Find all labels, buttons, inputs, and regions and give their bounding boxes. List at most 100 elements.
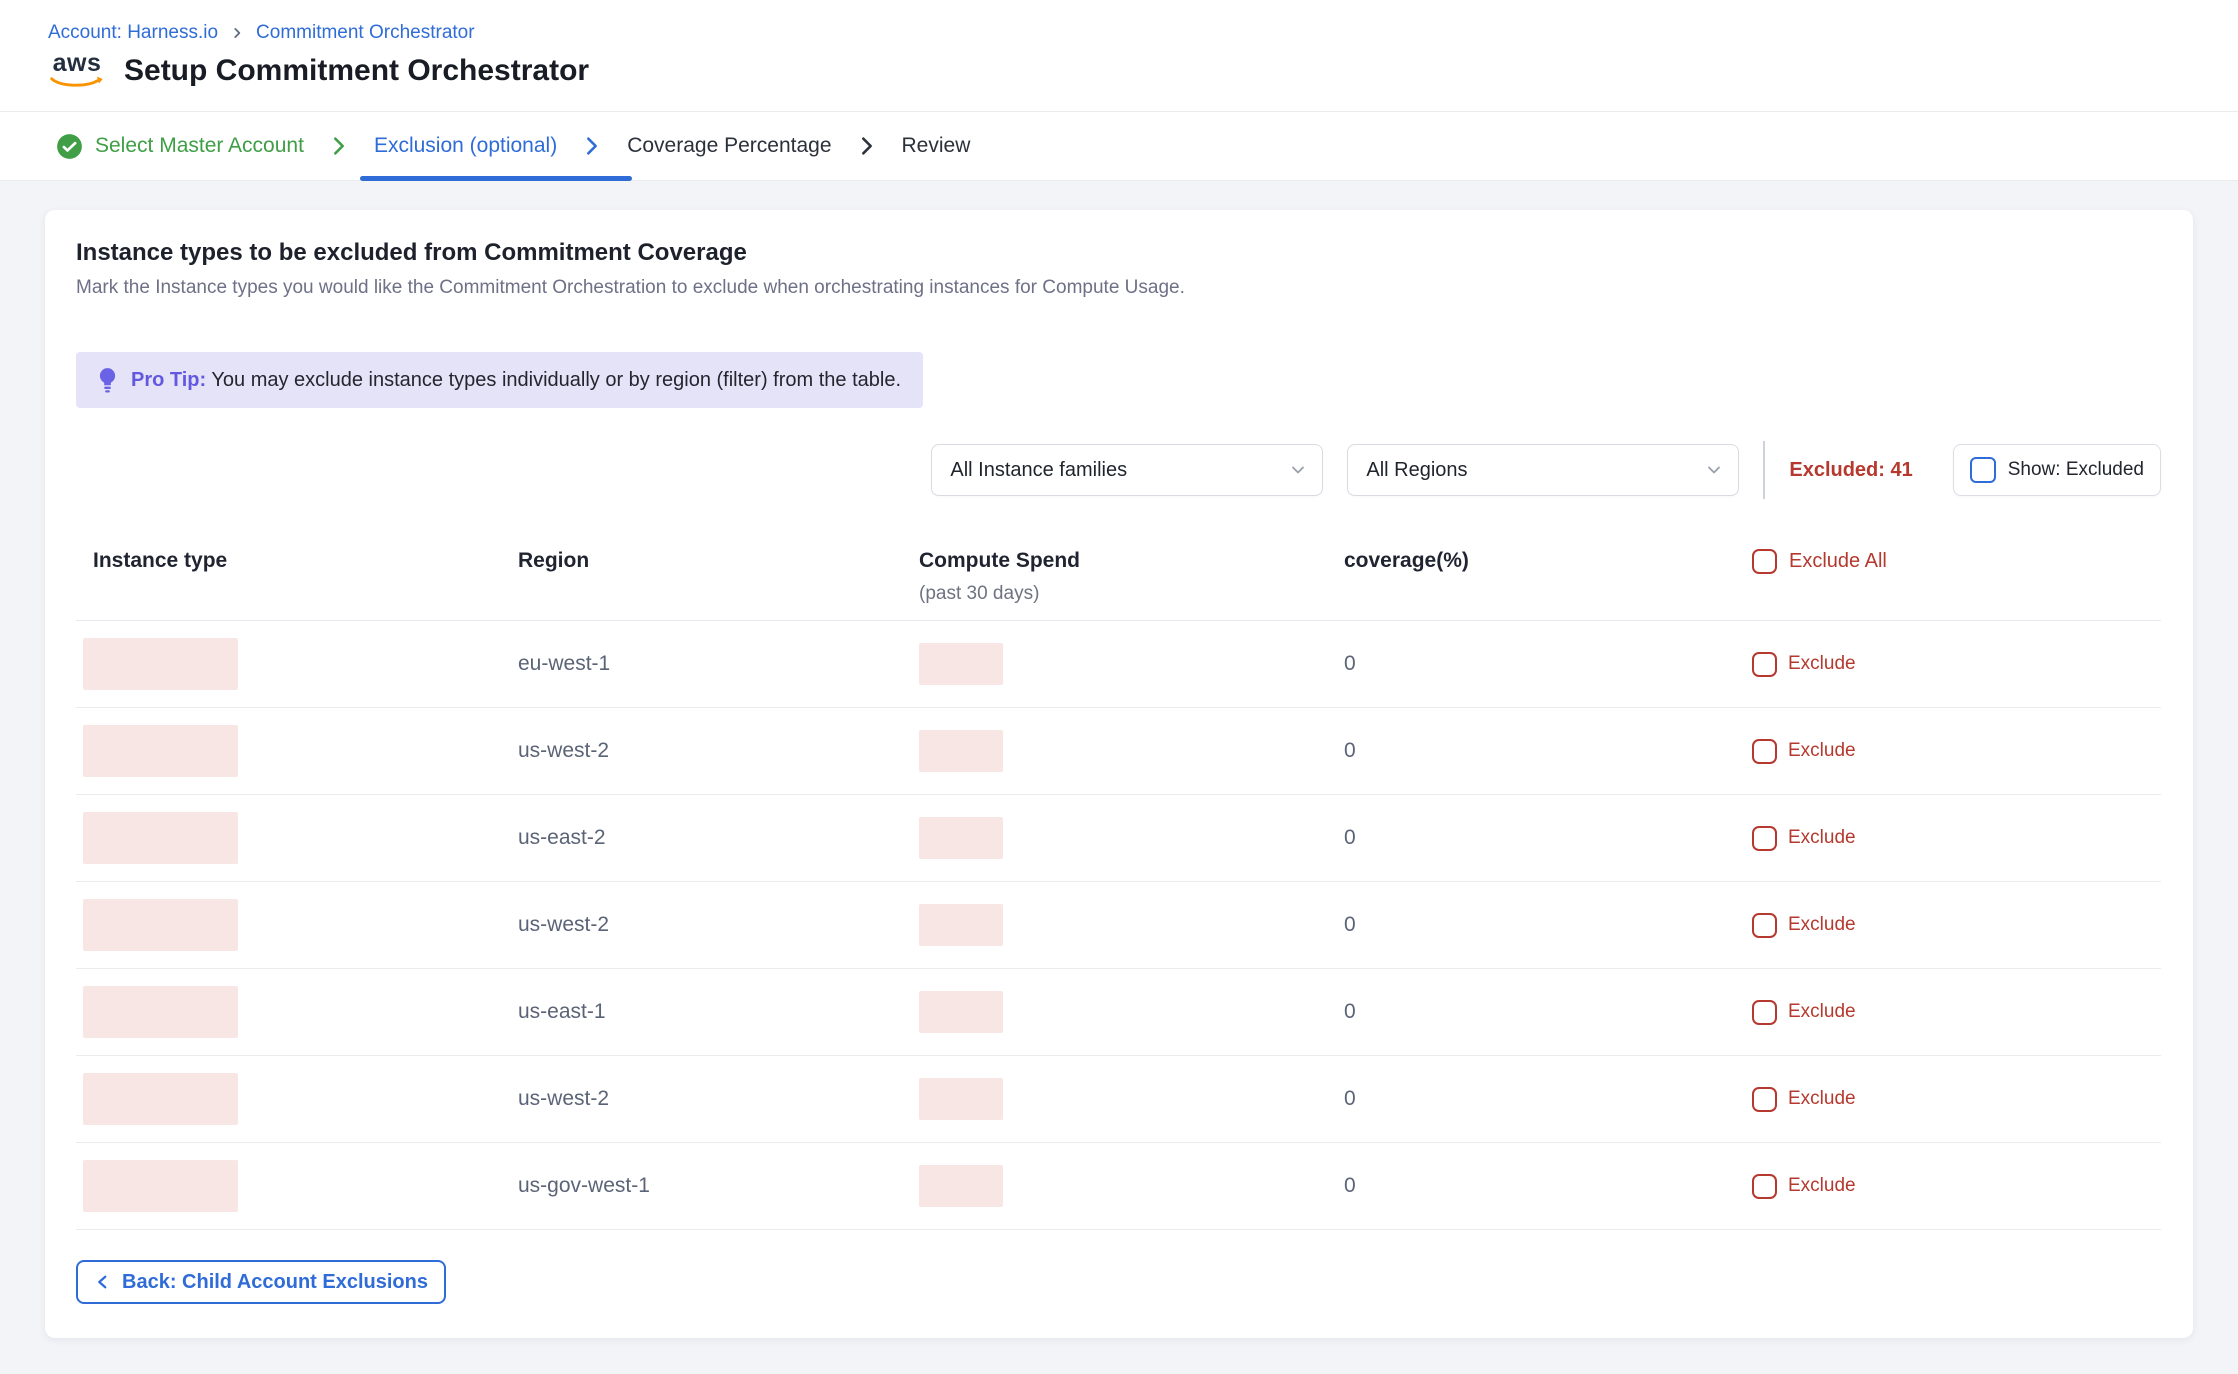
redacted-compute-spend: [919, 991, 1003, 1033]
exclude-cell: Exclude: [1752, 739, 2161, 764]
table-row: us-west-2 0 Exclude: [76, 708, 2161, 795]
region-cell: eu-west-1: [518, 652, 919, 676]
column-header-compute-spend-sub: (past 30 days): [919, 583, 1334, 605]
coverage-cell: 0: [1334, 913, 1752, 937]
redacted-instance-type: [83, 725, 238, 777]
chevron-down-icon: [1288, 460, 1308, 480]
step-label: Exclusion (optional): [374, 134, 557, 158]
redacted-instance-type: [83, 1160, 238, 1212]
column-header-compute-spend: Compute Spend (past 30 days): [919, 549, 1334, 605]
redacted-instance-type: [83, 1073, 238, 1125]
pro-tip-text: You may exclude instance types individua…: [211, 369, 901, 391]
exclude-cell: Exclude: [1752, 826, 2161, 851]
coverage-cell: 0: [1334, 1000, 1752, 1024]
aws-swoosh-icon: [50, 76, 104, 90]
exclude-cell: Exclude: [1752, 1174, 2161, 1199]
exclude-checkbox[interactable]: [1752, 652, 1777, 677]
redacted-compute-spend: [919, 817, 1003, 859]
exclusions-table: Instance type Region Compute Spend (past…: [76, 549, 2161, 1230]
panel-heading: Instance types to be excluded from Commi…: [76, 238, 2161, 268]
exclude-checkbox[interactable]: [1752, 1000, 1777, 1025]
region-cell: us-west-2: [518, 913, 919, 937]
filter-bar: All Instance families All Regions Exclud…: [76, 441, 2161, 499]
column-header-coverage: coverage(%): [1334, 549, 1752, 573]
pro-tip-banner: Pro Tip: You may exclude instance types …: [76, 352, 923, 408]
exclude-cell: Exclude: [1752, 913, 2161, 938]
chevron-down-icon: [1704, 460, 1724, 480]
breadcrumb: Account: Harness.io Commitment Orchestra…: [48, 22, 2238, 44]
region-cell: us-gov-west-1: [518, 1174, 919, 1198]
show-excluded-toggle[interactable]: Show: Excluded: [1953, 444, 2161, 496]
exclude-label: Exclude: [1788, 740, 1856, 762]
redacted-compute-spend: [919, 643, 1003, 685]
chevron-right-icon: [328, 135, 350, 157]
exclude-all-checkbox[interactable]: [1752, 549, 1777, 574]
step-label: Select Master Account: [95, 134, 304, 158]
show-excluded-label: Show: Excluded: [2008, 459, 2144, 481]
coverage-cell: 0: [1334, 826, 1752, 850]
step-exclusion-optional[interactable]: Exclusion (optional): [374, 112, 557, 180]
aws-logo: aws: [48, 51, 106, 90]
aws-logo-text: aws: [53, 51, 102, 76]
step-select-master-account[interactable]: Select Master Account: [56, 112, 304, 180]
table-row: us-gov-west-1 0 Exclude: [76, 1143, 2161, 1230]
check-circle-icon: [56, 133, 83, 160]
excluded-count: Excluded: 41: [1789, 459, 1912, 482]
page-header: Account: Harness.io Commitment Orchestra…: [0, 0, 2238, 112]
exclude-checkbox[interactable]: [1752, 739, 1777, 764]
coverage-cell: 0: [1334, 739, 1752, 763]
main-content: Instance types to be excluded from Commi…: [0, 181, 2238, 1374]
pro-tip-label: Pro Tip:: [131, 369, 206, 391]
chevron-left-icon: [94, 1273, 112, 1291]
panel-subheading: Mark the Instance types you would like t…: [76, 276, 2161, 300]
page-title: Setup Commitment Orchestrator: [124, 54, 589, 88]
redacted-instance-type: [83, 986, 238, 1038]
redacted-instance-type: [83, 638, 238, 690]
breadcrumb-account-link[interactable]: Account: Harness.io: [48, 22, 218, 44]
active-step-underline: [360, 176, 632, 181]
redacted-instance-type: [83, 812, 238, 864]
exclude-label: Exclude: [1788, 827, 1856, 849]
coverage-cell: 0: [1334, 1174, 1752, 1198]
redacted-compute-spend: [919, 904, 1003, 946]
redacted-compute-spend: [919, 730, 1003, 772]
back-button-label: Back: Child Account Exclusions: [122, 1271, 428, 1294]
regions-select[interactable]: All Regions: [1347, 444, 1739, 496]
step-review[interactable]: Review: [902, 112, 971, 180]
instance-families-select[interactable]: All Instance families: [931, 444, 1323, 496]
table-row: us-east-1 0 Exclude: [76, 969, 2161, 1056]
exclude-checkbox[interactable]: [1752, 1174, 1777, 1199]
exclude-label: Exclude: [1788, 1001, 1856, 1023]
table-row: us-east-2 0 Exclude: [76, 795, 2161, 882]
step-label: Coverage Percentage: [627, 134, 831, 158]
exclusions-panel: Instance types to be excluded from Commi…: [45, 210, 2193, 1338]
region-cell: us-east-1: [518, 1000, 919, 1024]
exclude-cell: Exclude: [1752, 652, 2161, 677]
exclude-checkbox[interactable]: [1752, 826, 1777, 851]
filter-divider: [1763, 441, 1765, 499]
step-label: Review: [902, 134, 971, 158]
back-button[interactable]: Back: Child Account Exclusions: [76, 1260, 446, 1304]
exclude-checkbox[interactable]: [1752, 1087, 1777, 1112]
column-header-exclude-all: Exclude All: [1752, 549, 2161, 574]
show-excluded-checkbox[interactable]: [1970, 457, 1996, 483]
exclude-cell: Exclude: [1752, 1000, 2161, 1025]
exclude-cell: Exclude: [1752, 1087, 2161, 1112]
exclude-label: Exclude: [1788, 1175, 1856, 1197]
coverage-cell: 0: [1334, 1087, 1752, 1111]
table-row: eu-west-1 0 Exclude: [76, 621, 2161, 708]
exclude-all-label: Exclude All: [1789, 550, 1887, 573]
column-header-region: Region: [518, 549, 919, 573]
table-row: us-west-2 0 Exclude: [76, 1056, 2161, 1143]
exclude-label: Exclude: [1788, 914, 1856, 936]
step-coverage-percentage[interactable]: Coverage Percentage: [627, 112, 831, 180]
breadcrumb-page-link[interactable]: Commitment Orchestrator: [256, 22, 475, 44]
chevron-right-icon: [856, 135, 878, 157]
lightbulb-icon: [98, 367, 117, 394]
chevron-right-icon: [581, 135, 603, 157]
exclude-checkbox[interactable]: [1752, 913, 1777, 938]
coverage-cell: 0: [1334, 652, 1752, 676]
exclude-label: Exclude: [1788, 1088, 1856, 1110]
regions-value: All Regions: [1366, 459, 1467, 482]
redacted-compute-spend: [919, 1165, 1003, 1207]
